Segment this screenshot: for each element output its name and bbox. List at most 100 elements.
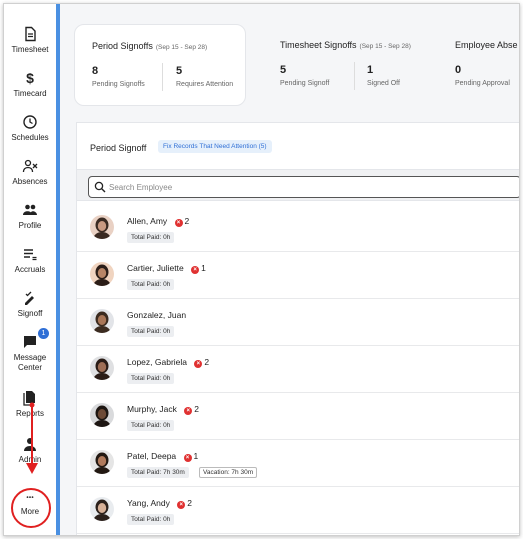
sidebar-item-admin[interactable]: Admin — [4, 436, 56, 465]
sidebar-item-profile[interactable]: Profile — [4, 202, 56, 231]
employee-name[interactable]: Cartier, Juliette — [127, 263, 184, 273]
employee-name-line: Yang, Andy × 2 — [127, 498, 192, 509]
employee-name-line: Allen, Amy × 2 — [127, 216, 189, 227]
employee-row[interactable]: Lopez, Gabriela × 2 Total Paid: 0h — [77, 346, 519, 393]
fix-records-button[interactable]: Fix Records That Need Attention (5) — [158, 140, 272, 153]
divider — [162, 63, 163, 91]
summary-strip: Period Signoffs (Sep 15 - Sep 28) 8 Pendi… — [64, 4, 519, 114]
error-icon[interactable]: × — [177, 501, 186, 509]
people-icon — [23, 204, 37, 215]
signed-off-label: Signed Off — [367, 80, 400, 87]
sidebar-item-label: Absences — [12, 177, 48, 186]
sidebar-item-label-line2: Center — [17, 363, 42, 372]
avatar — [90, 215, 114, 239]
employee-list: Allen, Amy × 2 Total Paid: 0h Cartier, Jul… — [77, 205, 519, 534]
svg-text:$: $ — [26, 70, 34, 86]
avatar — [90, 403, 114, 427]
sidebar-item-label: Accruals — [14, 265, 46, 274]
employee-name[interactable]: Lopez, Gabriela — [127, 357, 187, 367]
total-paid-tag: Total Paid: 0h — [127, 326, 175, 337]
avatar — [90, 497, 114, 521]
sidebar-item-message-center[interactable]: 1 Message Center — [4, 328, 56, 373]
sidebar-nav: Timesheet $ Timecard Schedules Absences — [4, 4, 56, 535]
error-count: 2 — [194, 404, 200, 414]
avatar — [90, 450, 114, 474]
divider — [354, 62, 355, 90]
search-icon — [94, 181, 106, 193]
employee-row[interactable]: Allen, Amy × 2 Total Paid: 0h — [77, 205, 519, 252]
sidebar-item-timecard[interactable]: $ Timecard — [4, 70, 56, 99]
error-icon[interactable]: × — [191, 266, 200, 274]
total-paid-tag: Total Paid: 0h — [127, 373, 175, 384]
pending-signoffs-value: 8 — [92, 65, 99, 77]
signed-off-value: 1 — [367, 64, 374, 76]
sidebar-item-accruals[interactable]: Accruals — [4, 246, 56, 275]
sidebar-item-schedules[interactable]: Schedules — [4, 114, 56, 143]
employee-row[interactable]: Patel, Deepa × 1 Total Paid: 7h 30m Vacatio… — [77, 440, 519, 487]
employee-row[interactable]: Murphy, Jack × 2 Total Paid: 0h — [77, 393, 519, 440]
requires-attention-label: Requires Attention — [176, 81, 234, 88]
error-count: 2 — [184, 216, 190, 226]
employee-name[interactable]: Yang, Andy — [127, 498, 170, 508]
signoff-icon — [25, 291, 34, 305]
total-paid-tag: Total Paid: 0h — [127, 514, 175, 525]
vacation-tag: Vacation: 7h 30m — [199, 467, 258, 478]
employee-name[interactable]: Gonzalez, Juan — [127, 310, 186, 320]
sidebar-item-label: Schedules — [11, 133, 49, 142]
total-paid-tag: Total Paid: 7h 30m — [127, 467, 189, 478]
employee-name[interactable]: Allen, Amy — [127, 216, 167, 226]
avatar — [90, 262, 114, 286]
avatar — [90, 356, 114, 380]
sidebar-item-label: Signoff — [17, 309, 43, 318]
sidebar-item-absences[interactable]: Absences — [4, 158, 56, 187]
pending-signoff-label: Pending Signoff — [280, 80, 330, 87]
pending-approval-value: 0 — [455, 64, 462, 76]
total-paid-tag: Total Paid: 0h — [127, 279, 175, 290]
employee-row[interactable]: Yang, Andy × 2 Total Paid: 0h — [77, 487, 519, 534]
period-signoffs-card[interactable]: Period Signoffs (Sep 15 - Sep 28) 8 Pendi… — [74, 24, 246, 106]
error-count: 1 — [193, 451, 199, 461]
sidebar-item-label: Admin — [18, 455, 42, 464]
sidebar-item-reports[interactable]: Reports — [4, 390, 56, 419]
sidebar-scrollbar[interactable] — [56, 4, 60, 535]
person-x-icon — [22, 159, 38, 173]
app-window: Timesheet $ Timecard Schedules Absences — [3, 3, 520, 536]
pending-signoffs-label: Pending Signoffs — [92, 81, 145, 88]
error-icon[interactable]: × — [194, 360, 203, 368]
error-icon[interactable]: × — [174, 219, 183, 227]
total-paid-tag: Total Paid: 0h — [127, 232, 175, 243]
requires-attention-value: 5 — [176, 65, 183, 77]
timesheet-range: (Sep 15 - Sep 28) — [359, 43, 411, 50]
employee-name[interactable]: Murphy, Jack — [127, 404, 177, 414]
employee-name-line: Cartier, Juliette × 1 — [127, 263, 206, 274]
employee-row[interactable]: Gonzalez, Juan Total Paid: 0h — [77, 299, 519, 346]
employee-name-line: Murphy, Jack × 2 — [127, 404, 199, 415]
main-content: Period Signoffs (Sep 15 - Sep 28) 8 Pendi… — [64, 4, 519, 535]
sidebar-item-label: Profile — [18, 221, 42, 230]
message-icon — [24, 336, 36, 348]
timesheet-signoffs-title: Timesheet Signoffs (Sep 15 - Sep 28) — [280, 40, 411, 50]
error-icon[interactable]: × — [183, 454, 192, 462]
sidebar-item-label: Reports — [15, 409, 44, 418]
pending-approval-label: Pending Approval — [455, 80, 510, 87]
total-paid-tag: Total Paid: 0h — [127, 420, 175, 431]
employee-name-line: Gonzalez, Juan — [127, 310, 186, 320]
accruals-icon — [24, 249, 37, 261]
error-count: 1 — [201, 263, 206, 273]
employee-name-line: Lopez, Gabriela × 2 — [127, 357, 209, 368]
avatar — [90, 309, 114, 333]
sidebar-item-label: Timesheet — [11, 45, 49, 54]
error-count: 2 — [204, 357, 210, 367]
sidebar-item-signoff[interactable]: Signoff — [4, 290, 56, 319]
error-icon[interactable]: × — [184, 407, 193, 415]
period-signoffs-title: Period Signoffs (Sep 15 - Sep 28) — [92, 41, 208, 51]
employee-name[interactable]: Patel, Deepa — [127, 451, 176, 461]
sidebar-item-timesheet[interactable]: Timesheet — [4, 26, 56, 55]
period-range: (Sep 15 - Sep 28) — [155, 44, 208, 51]
search-input[interactable] — [109, 180, 409, 194]
search-bar — [77, 169, 519, 201]
employee-row[interactable]: Cartier, Juliette × 1 Total Paid: 0h — [77, 252, 519, 299]
panel-title: Period Signoff — [90, 143, 147, 153]
search-box[interactable] — [88, 176, 519, 198]
reports-icon — [23, 391, 35, 406]
